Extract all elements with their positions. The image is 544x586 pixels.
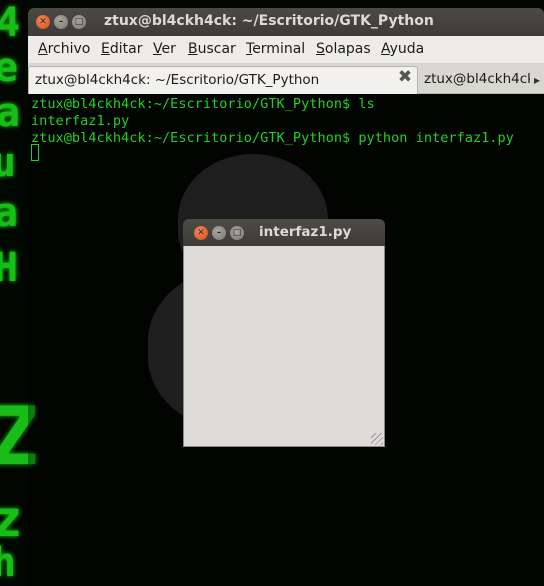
gtk-titlebar[interactable]: ✕ – □ interfaz1.py — [183, 219, 385, 246]
minimize-icon[interactable]: – — [54, 15, 68, 29]
menu-buscar[interactable]: Buscar — [188, 41, 236, 57]
menu-solapas[interactable]: Solapas — [316, 41, 371, 57]
tab-terminal-2[interactable]: ztux@bl4ckh4ck: ~/Escrito — [418, 66, 530, 94]
wallpaper-glyph: e — [0, 45, 19, 91]
tab-label: ztux@bl4ckh4ck: ~/Escritorio/GTK_Python — [35, 72, 320, 88]
tab-bar: ztux@bl4ckh4ck: ~/Escritorio/GTK_Python … — [28, 64, 544, 94]
tab-close-icon[interactable]: ✖ — [396, 68, 414, 86]
terminal-line: ztux@bl4ckh4ck:~/Escritorio/GTK_Python$ … — [31, 130, 514, 146]
resize-grip-icon[interactable] — [371, 433, 383, 445]
wallpaper-glyph: a — [0, 190, 19, 236]
terminal-titlebar[interactable]: ✕ – □ ztux@bl4ckh4ck: ~/Escritorio/GTK_P… — [28, 8, 544, 36]
menu-terminal[interactable]: Terminal — [246, 41, 305, 57]
wallpaper-glyph: a — [0, 90, 21, 136]
wallpaper-glyph: 4 — [0, 0, 21, 46]
chevron-right-icon[interactable]: ▸ — [530, 66, 544, 94]
tab-terminal-1[interactable]: ztux@bl4ckh4ck: ~/Escritorio/GTK_Python — [28, 66, 418, 94]
menu-archivo[interactable]: Archivo — [38, 41, 90, 57]
text-cursor — [31, 144, 39, 161]
menu-bar: Archivo Editar Ver Buscar Terminal Solap… — [28, 36, 544, 64]
menu-ver[interactable]: Ver — [153, 41, 176, 57]
maximize-icon[interactable]: □ — [72, 15, 86, 29]
wallpaper-glyph: h — [0, 540, 17, 586]
tab-label: ztux@bl4ckh4ck: ~/Escrito — [424, 71, 530, 87]
terminal-line: interfaz1.py — [31, 113, 130, 129]
menu-ayuda[interactable]: Ayuda — [381, 41, 424, 57]
wallpaper-glyph: H — [0, 245, 19, 291]
gtk-window: ✕ – □ interfaz1.py — [183, 219, 385, 447]
close-icon[interactable]: ✕ — [36, 15, 50, 29]
menu-editar[interactable]: Editar — [101, 41, 142, 57]
window-title: ztux@bl4ckh4ck: ~/Escritorio/GTK_Python — [104, 13, 434, 29]
close-icon[interactable]: ✕ — [194, 226, 208, 240]
minimize-icon[interactable]: – — [212, 226, 226, 240]
wallpaper-glyph: u — [0, 140, 17, 186]
terminal-line: ztux@bl4ckh4ck:~/Escritorio/GTK_Python$ … — [31, 96, 375, 112]
gtk-window-title: interfaz1.py — [259, 224, 352, 240]
gtk-window-content — [183, 246, 385, 447]
maximize-icon[interactable]: □ — [230, 226, 244, 240]
